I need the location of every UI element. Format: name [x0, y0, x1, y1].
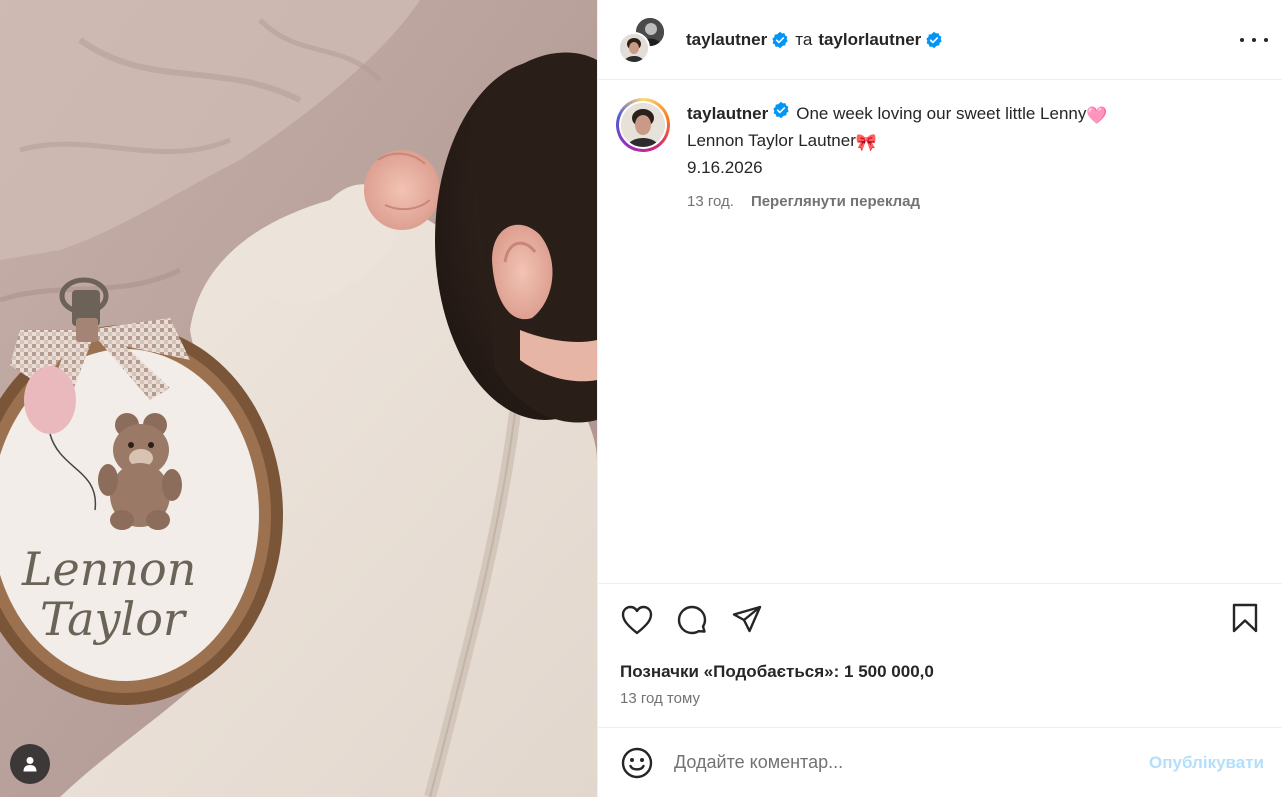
save-button[interactable] [1228, 601, 1262, 635]
collab-conjunction: та [795, 29, 813, 49]
share-icon [732, 605, 762, 633]
likes-summary: Позначки «Подобається»: 1 500 000,0 [620, 662, 1260, 682]
verified-badge-icon [925, 31, 943, 49]
post-actions: Позначки «Подобається»: 1 500 000,0 13 г… [598, 583, 1282, 727]
comment-icon [677, 605, 707, 635]
user-icon [23, 757, 37, 772]
caption-author-avatar[interactable] [616, 98, 670, 152]
hoop-name-line2: Taylor [40, 592, 188, 646]
post-caption: taylautner One week loving our sweet litt… [616, 98, 1266, 214]
caption-message: One week loving our sweet little Lenny [796, 104, 1087, 123]
coauthor-username[interactable]: taylorlautner [818, 30, 921, 50]
caption-line-2: Lennon Taylor Lautner🎀 [687, 128, 1108, 155]
post-header: taylautner та taylorlautner [598, 0, 1282, 80]
collab-authors: taylautner та taylorlautner [686, 30, 949, 50]
bookmark-icon [1232, 603, 1258, 633]
verified-badge-icon [772, 101, 790, 119]
author-username[interactable]: taylautner [686, 30, 767, 50]
publish-comment-button[interactable]: Опублікувати [1149, 753, 1264, 773]
tagged-users-button[interactable] [10, 744, 50, 784]
caption-timestamp[interactable]: 13 год. [687, 189, 734, 214]
avatar-taylautner[interactable] [618, 31, 650, 64]
smiley-icon [621, 747, 653, 778]
comment-composer: Опублікувати [598, 727, 1282, 797]
see-translation-link[interactable]: Переглянути переклад [751, 189, 920, 214]
comment-input[interactable] [674, 752, 1150, 773]
caption-line-1: taylautner One week loving our sweet litt… [687, 101, 1108, 128]
more-options-icon[interactable] [1240, 28, 1268, 52]
avatar-image [620, 33, 648, 62]
action-buttons [620, 584, 1260, 654]
verified-badge-icon [771, 31, 789, 49]
share-button[interactable] [730, 603, 764, 637]
ribbon-emoji-icon: 🎀 [855, 133, 878, 152]
post-side-panel: taylautner та taylorlautner taylautner O… [597, 0, 1282, 797]
caption-meta: 13 год. Переглянути переклад [687, 189, 1108, 214]
collab-avatars[interactable] [618, 15, 666, 64]
avatar-image [621, 103, 665, 147]
caption-date: 9.16.2026 [687, 158, 763, 177]
heart-emoji-icon: 🩷 [1086, 106, 1108, 125]
instagram-post: Lennon Taylor taylautner та taylorlautne… [0, 0, 1282, 797]
post-photo: Lennon Taylor [0, 0, 597, 797]
emoji-picker-button[interactable] [620, 746, 654, 780]
heart-icon [621, 605, 653, 635]
post-media[interactable]: Lennon Taylor [0, 0, 597, 797]
caption-text: taylautner One week loving our sweet litt… [687, 98, 1108, 214]
likes-label[interactable]: Позначки «Подобається»: [620, 662, 839, 681]
caption-username[interactable]: taylautner [687, 104, 768, 123]
baby-name: Lennon Taylor Lautner [687, 131, 856, 150]
likes-count[interactable]: 1 500 000,0 [844, 662, 934, 681]
like-button[interactable] [620, 603, 654, 637]
hoop-name-line1: Lennon [21, 542, 196, 596]
post-time-ago[interactable]: 13 год тому [620, 690, 1260, 707]
comment-button[interactable] [675, 603, 709, 637]
comments-area: taylautner One week loving our sweet litt… [598, 80, 1282, 583]
